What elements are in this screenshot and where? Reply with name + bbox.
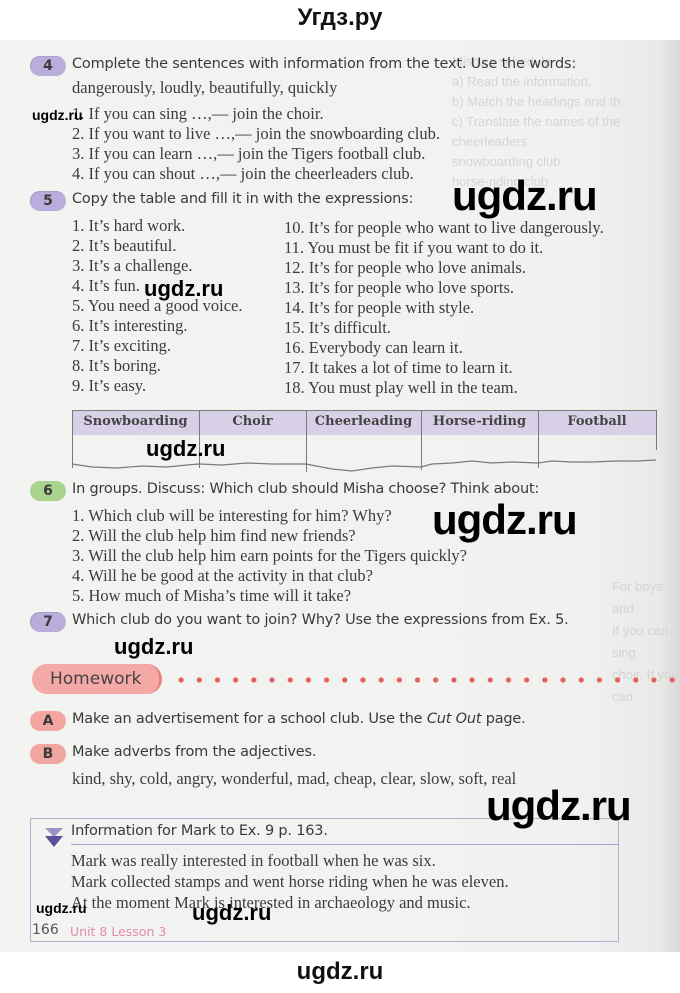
watermark: ugdz.ru <box>486 782 632 829</box>
exercise-5-right-list: 10. It’s for people who want to live dan… <box>284 218 604 398</box>
list-item: 18. You must play well in the team. <box>284 378 518 397</box>
page-number: 166 <box>32 922 59 938</box>
info-box-title-underline <box>71 844 619 845</box>
dotted-divider <box>172 677 680 683</box>
table-header-cheerleading: Cheerleading <box>314 414 413 429</box>
list-item: 2. If you want to live …,— join the snow… <box>72 124 440 143</box>
show-through-text: Misha's schedule a) Read the information.… <box>452 54 621 189</box>
list-item: 3. Will the club help him earn points fo… <box>72 546 467 565</box>
list-item: 4. Will he be good at the activity in th… <box>72 566 373 585</box>
site-footer: ugdz.ru <box>0 952 680 993</box>
exercise-7-instruction: Which club do you want to join? Why? Use… <box>72 612 569 628</box>
list-item: 4. If you can shout …,— join the cheerle… <box>72 164 414 183</box>
exercise-4-words: dangerously, loudly, beautifully, quickl… <box>72 78 338 97</box>
exercise-6-instruction: In groups. Discuss: Which club should Mi… <box>72 481 540 497</box>
table-header-horse-riding: Horse-riding <box>432 414 527 429</box>
exercise-6-badge: 6 <box>30 481 66 501</box>
textbook-page: Misha's schedule a) Read the information.… <box>0 40 680 952</box>
unit-lesson-label: Unit 8 Lesson 3 <box>70 924 167 939</box>
homework-a-text: Make an advertisement for a school club.… <box>72 711 526 727</box>
homework-a-badge: A <box>30 711 66 731</box>
show-through-text: For boys and If you can sing choir. If you… <box>612 579 679 704</box>
watermark: ugdz.ru <box>146 436 226 461</box>
table-header-snowboarding: Snowboarding <box>83 414 188 429</box>
exercise-5-instruction: Copy the table and fill it in with the e… <box>72 191 414 207</box>
table-header-choir: Choir <box>232 414 273 429</box>
homework-b-words: kind, shy, cold, angry, wonderful, mad, … <box>72 769 517 788</box>
info-box-title: Information for Mark to Ex. 9 p. 163. <box>71 823 328 839</box>
list-item: 16. Everybody can learn it. <box>284 338 463 357</box>
watermark: ugdz.ru <box>36 900 87 916</box>
list-item: 2. It’s beautiful. <box>72 236 177 255</box>
list-item: 2. Will the club help him find new frien… <box>72 526 356 545</box>
list-item: 5. How much of Misha’s time will it take… <box>72 586 352 605</box>
exercise-6-list: 1. Which club will be interesting for hi… <box>72 506 467 606</box>
info-box-line: Mark was really interested in football w… <box>71 851 436 870</box>
double-arrow-down-icon <box>45 828 63 847</box>
watermark: ugdz.ru <box>452 172 598 219</box>
homework-a-text-after: page. <box>481 711 526 727</box>
site-header: Угдз.ру <box>0 0 680 40</box>
list-item: 3. It’s a challenge. <box>72 256 193 275</box>
homework-label: Homework <box>32 664 162 694</box>
list-item: 6. It’s interesting. <box>72 316 188 335</box>
homework-b-text: Make adverbs from the adjectives. <box>72 744 317 760</box>
list-item: 17. It takes a lot of time to learn it. <box>284 358 513 377</box>
list-item: 9. It’s easy. <box>72 376 147 395</box>
exercise-4-list: 1. If you can sing …,— join the choir. 2… <box>72 104 440 184</box>
list-item: 13. It’s for people who love sports. <box>284 278 515 297</box>
table-header-football: Football <box>567 414 627 429</box>
watermark: ugdz.ru <box>432 496 578 543</box>
homework-b-badge: B <box>30 744 66 764</box>
list-item: 7. It’s exciting. <box>72 336 171 355</box>
watermark: ugdz.ru <box>192 900 272 925</box>
list-item: 14. It’s for people with style. <box>284 298 475 317</box>
watermark: ugdz.ru <box>114 634 194 659</box>
homework-a-text-italic: Cut Out <box>426 711 482 727</box>
exercise-5-badge: 5 <box>30 191 66 211</box>
table-divider <box>656 410 657 450</box>
list-item: 11. You must be fit if you want to do it… <box>284 238 544 257</box>
exercise-5-left-list: 1. It’s hard work. 2. It’s beautiful. 3.… <box>72 216 242 396</box>
info-box-line: Mark collected stamps and went horse rid… <box>71 872 509 891</box>
list-item: 3. If you can learn …,— join the Tigers … <box>72 144 426 163</box>
list-item: 1. If you can sing …,— join the choir. <box>72 104 324 123</box>
exercise-4-instruction: Complete the sentences with information … <box>72 56 577 72</box>
list-item: 15. It’s difficult. <box>284 318 391 337</box>
exercise-4-badge: 4 <box>30 56 66 76</box>
list-item: 1. Which club will be interesting for hi… <box>72 506 392 525</box>
watermark: ugdz.ru <box>144 276 224 301</box>
list-item: 10. It’s for people who want to live dan… <box>284 218 604 237</box>
watermark: ugdz.ru <box>32 107 83 123</box>
list-item: 1. It’s hard work. <box>72 216 186 235</box>
homework-a-text-before: Make an advertisement for a school club.… <box>72 711 427 727</box>
exercise-7-badge: 7 <box>30 612 66 632</box>
list-item: 12. It’s for people who love animals. <box>284 258 526 277</box>
list-item: 8. It’s boring. <box>72 356 161 375</box>
